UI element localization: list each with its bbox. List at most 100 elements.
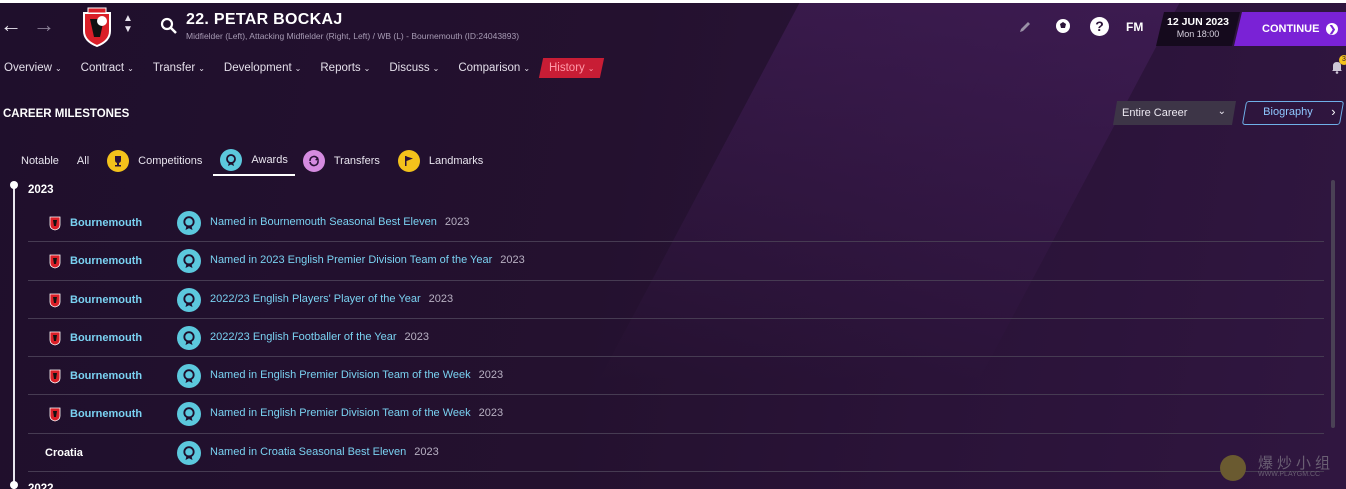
pencil-icon[interactable] [1018,20,1032,34]
date-label: 12 JUN 2023 [1167,16,1229,28]
club-crest-icon [49,216,61,231]
award-year: 2023 [444,216,470,228]
menu-label: Reports [320,62,361,74]
award-name: Named in Bournemouth Seasonal Best Eleve… [210,216,437,228]
award-entry[interactable]: Named in English Premier Division Team o… [210,369,503,381]
period-select-value: Entire Career [1122,107,1188,119]
club-crest-icon [49,293,61,308]
menu-label: Discuss [389,62,430,74]
fm-logo[interactable]: FM [1126,20,1143,34]
medal-icon [220,149,243,171]
filter-landmarks[interactable]: Landmarks [397,148,483,174]
filter-notable[interactable]: Notable [21,148,59,174]
flag-icon [397,150,420,172]
help-icon[interactable]: ? [1090,17,1109,36]
transfer-icon [302,150,325,172]
club-crest-icon [49,369,61,384]
menu-label: Contract [80,62,125,74]
game-date: 12 JUN 2023 Mon 18:00 [1156,12,1240,46]
year-heading: 2023 [28,184,54,196]
club-link[interactable]: Bournemouth [70,408,142,420]
club-link[interactable]: Bournemouth [70,217,142,229]
award-name: Named in English Premier Division Team o… [210,369,471,382]
award-entry[interactable]: 2022/23 English Footballer of the Year 20… [210,331,429,343]
watermark: 爆炒小组 WWW.PLAYGM.CC [1220,450,1340,484]
continue-button[interactable]: CONTINUE ❯ [1234,12,1346,46]
club-link[interactable]: Bournemouth [70,255,142,267]
menu-history[interactable]: History ⌄ [538,58,605,78]
milestone-row: Croatia Named in Croatia Seasonal Best E… [28,434,1324,473]
filter-all[interactable]: All [77,148,89,174]
menu-label: Transfer [152,62,196,74]
filter-label: Notable [21,155,59,167]
filter-awards[interactable]: Awards [213,146,295,176]
chevron-down-icon: ⌄ [294,64,302,73]
award-year: 2023 [500,254,525,267]
award-entry[interactable]: Named in Bournemouth Seasonal Best Eleve… [210,216,469,228]
chevron-down-icon: ⌄ [432,64,440,73]
club-link[interactable]: Bournemouth [70,370,142,382]
forward-arrow-icon[interactable]: → [33,14,55,36]
award-year: 2023 [404,330,430,343]
football-icon[interactable] [1055,18,1071,34]
menu-reports[interactable]: Reports ⌄ [316,62,370,74]
menu-label: History [549,62,585,74]
award-entry[interactable]: Named in English Premier Division Team o… [210,407,503,419]
award-year: 2023 [478,407,504,420]
award-icon [177,440,201,465]
award-name: Named in Croatia Seasonal Best Eleven [210,445,407,458]
filter-label: Awards [251,154,288,166]
period-select[interactable]: Entire Career ⌄ [1113,101,1236,125]
club-link[interactable]: Bournemouth [70,294,142,306]
menu-development[interactable]: Development ⌄ [220,62,301,74]
award-year: 2023 [478,369,504,382]
biography-button[interactable]: Biography › [1241,101,1345,125]
award-entry[interactable]: Named in 2023 English Premier Division T… [210,254,525,266]
year-heading: 2022 [28,483,54,489]
menu-overview[interactable]: Overview ⌄ [0,62,62,74]
chevron-down-icon: ⌄ [523,64,531,73]
filter-transfers[interactable]: Transfers [302,148,380,174]
award-entry[interactable]: Named in Croatia Seasonal Best Eleven 202… [210,446,439,458]
club-crest-icon[interactable] [80,7,114,47]
milestone-row: Bournemouth Named in English Premier Div… [28,357,1324,396]
milestone-row: Bournemouth Named in Bournemouth Seasona… [28,204,1324,243]
chevron-right-icon: › [1330,104,1336,119]
menu-discuss[interactable]: Discuss ⌄ [385,62,439,74]
club-link[interactable]: Bournemouth [70,332,142,344]
award-year: 2023 [428,292,454,305]
search-icon[interactable] [160,17,178,35]
menu-contract[interactable]: Contract ⌄ [77,62,134,74]
chevron-down-icon: ⌄ [363,64,371,73]
timeline-dot [10,181,18,189]
milestone-list: Bournemouth Named in Bournemouth Seasona… [28,204,1324,473]
award-year: 2023 [414,445,439,458]
milestone-filter-tabs: Notable All Competitions Awards Transfer… [21,146,501,176]
chevron-down-icon: ⌄ [1217,106,1226,117]
menu-label: Comparison [458,62,521,74]
filter-competitions[interactable]: Competitions [107,148,202,174]
chevron-down-icon: ⌄ [127,64,134,73]
award-icon [177,211,201,235]
award-name: 2022/23 English Footballer of the Year [210,330,397,343]
milestone-row: Bournemouth 2022/23 English Footballer o… [28,319,1324,358]
menu-transfer[interactable]: Transfer ⌄ [149,62,205,74]
scrollbar[interactable] [1331,180,1335,428]
continue-label: CONTINUE [1262,23,1320,35]
timeline-line [13,186,15,489]
award-icon [177,287,201,312]
player-switch-arrows[interactable]: ▲ ▼ [122,13,134,41]
player-menu: Overview ⌄ Contract ⌄ Transfer ⌄ Developmen… [0,57,618,79]
menu-comparison[interactable]: Comparison ⌄ [454,62,530,74]
club-link[interactable]: Croatia [45,447,83,459]
award-name: Named in 2023 English Premier Division T… [210,254,493,267]
award-icon [177,402,201,427]
milestone-row: Bournemouth Named in English Premier Div… [28,395,1324,434]
award-entry[interactable]: 2022/23 English Players' Player of the Y… [210,293,453,305]
back-arrow-icon[interactable]: ← [0,14,22,36]
milestone-row: Bournemouth Named in 2023 English Premie… [28,242,1324,281]
filter-label: All [76,155,90,167]
biography-label: Biography [1263,106,1313,118]
player-subtitle: Midfielder (Left), Attacking Midfielder … [186,31,520,41]
chevron-down-icon: ⌄ [587,64,595,73]
